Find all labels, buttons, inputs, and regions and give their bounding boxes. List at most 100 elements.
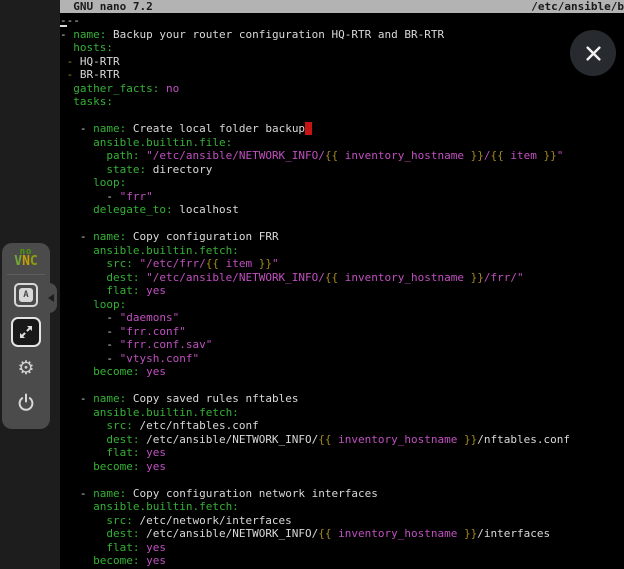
terminal-line: src: /etc/nftables.conf (60, 419, 259, 432)
terminal-text-segment: - (60, 230, 93, 243)
terminal-text-segment: BR-RTR (73, 68, 119, 81)
control-bar-handle[interactable] (40, 283, 57, 313)
terminal-line: - "frr.conf.sav" (60, 338, 212, 351)
terminal-text-segment: Copy configuration network interfaces (126, 487, 378, 500)
terminal-screen[interactable]: GNU nano 7.2 /etc/ansible/b --- - name: … (60, 0, 624, 569)
terminal-text-segment: }} (464, 433, 477, 446)
disconnect-button[interactable] (12, 389, 40, 415)
terminal-text-segment: ansible.builtin.file: (60, 136, 232, 149)
terminal-line: - "daemons" (60, 311, 179, 324)
terminal-line: dest: "/etc/ansible/NETWORK_INFO/{{ inve… (60, 271, 524, 284)
terminal-line: src: /etc/network/interfaces (60, 514, 292, 527)
terminal-text-segment: Create local folder backup (126, 122, 305, 135)
terminal-text-segment: loop: (60, 176, 126, 189)
terminal-text-segment: - (60, 122, 93, 135)
panel-divider (7, 274, 45, 275)
trailing-space-highlight (305, 122, 312, 135)
terminal-text-segment: yes (139, 446, 166, 459)
terminal-text-segment: directory (146, 163, 212, 176)
terminal-text-segment: flat: (60, 446, 139, 459)
terminal-text-segment: yes (139, 541, 166, 554)
terminal-line: flat: yes (60, 446, 166, 459)
terminal-text-segment: /frr/" (484, 271, 524, 284)
terminal-text-segment: name: (93, 230, 126, 243)
terminal-text-segment (60, 68, 67, 81)
terminal-text-segment: "frr.conf" (120, 325, 186, 338)
terminal-text-segment: "daemons" (120, 311, 180, 324)
terminal-text-segment: flat: (60, 284, 139, 297)
settings-button[interactable]: ⚙ (12, 355, 40, 383)
novnc-logo-letter: N (22, 254, 30, 269)
terminal-text-segment: path: (60, 149, 139, 162)
terminal-text-segment: state: (60, 163, 146, 176)
terminal-text-segment: / (484, 149, 491, 162)
terminal-text-segment: - (60, 338, 120, 351)
terminal-text-segment: - (60, 487, 93, 500)
terminal-text-segment: Copy configuration FRR (126, 230, 278, 243)
terminal-line: gather_facts: no (60, 82, 179, 95)
terminal-line: - name: Backup your router configuration… (60, 28, 444, 41)
cursor-underline: - (60, 14, 67, 27)
terminal-line: delegate_to: localhost (60, 203, 239, 216)
terminal-text-segment: - (60, 190, 120, 203)
terminal-text-segment: -- (67, 14, 80, 27)
fullscreen-button[interactable] (11, 317, 41, 347)
terminal-text-segment: localhost (173, 203, 239, 216)
terminal-text-segment: name: (93, 487, 126, 500)
terminal-line: - name: Copy configuration FRR (60, 230, 279, 243)
terminal-text-segment: - (60, 325, 120, 338)
terminal-line: --- (60, 14, 80, 27)
terminal-text-segment: name: (73, 28, 106, 41)
keyboard-button[interactable]: A (14, 283, 38, 307)
terminal-text-segment: yes (139, 284, 166, 297)
terminal-text-segment: Backup your router configuration HQ-RTR … (106, 28, 444, 41)
terminal-text-segment: }} (544, 149, 557, 162)
terminal-text-segment: no (159, 82, 179, 95)
fullscreen-icon (19, 325, 33, 339)
terminal-text-segment: item (219, 257, 259, 270)
vnc-viewer: { "colors": { "rail_bg": "#1d1d1d", "ter… (0, 0, 624, 569)
terminal-text-segment: become: (60, 554, 139, 567)
terminal-text-segment: dest: (60, 271, 139, 284)
terminal-line: ansible.builtin.fetch: (60, 500, 239, 513)
terminal-text-segment: {{ (325, 149, 338, 162)
terminal-text-segment: }} (259, 257, 272, 270)
terminal-line: become: yes (60, 365, 166, 378)
terminal-text-segment: dest: (60, 433, 139, 446)
terminal-text-segment: become: (60, 460, 139, 473)
terminal-line: state: directory (60, 163, 212, 176)
terminal-line: become: yes (60, 460, 166, 473)
terminal-line: hosts: (60, 41, 113, 54)
terminal-text-segment: }} (471, 149, 484, 162)
terminal-text-segment: inventory_hostname (338, 149, 470, 162)
terminal-text-segment: {{ (206, 257, 219, 270)
terminal-text-segment: /etc/nftables.conf (133, 419, 259, 432)
terminal-text-segment: ansible.builtin.fetch: (60, 500, 239, 513)
terminal-text-segment: ansible.builtin.fetch: (60, 406, 239, 419)
terminal-text-segment: src: (60, 514, 133, 527)
terminal-line: become: yes (60, 554, 166, 567)
novnc-logo: no VNC (2, 248, 50, 268)
terminal-line: flat: yes (60, 541, 166, 554)
terminal-line: - "frr" (60, 190, 153, 203)
close-button[interactable] (570, 30, 616, 76)
terminal-text-segment: hosts: (60, 41, 113, 54)
terminal-text-segment: tasks: (60, 95, 113, 108)
terminal-line: ansible.builtin.fetch: (60, 244, 239, 257)
terminal-text-segment: src: (60, 257, 133, 270)
terminal-text-segment: "/etc/ansible/NETWORK_INFO/ (146, 271, 325, 284)
terminal-text-segment: " (272, 257, 279, 270)
terminal-line: - HQ-RTR (60, 55, 120, 68)
terminal-text-segment: {{ (318, 527, 331, 540)
terminal-text-segment: inventory_hostname (332, 433, 464, 446)
terminal-line: - BR-RTR (60, 68, 120, 81)
terminal-text-segment: - (60, 392, 93, 405)
terminal-text-segment: HQ-RTR (73, 55, 119, 68)
close-icon (586, 46, 601, 61)
collapse-arrow-icon (48, 294, 54, 302)
terminal-text-segment: "/etc/frr/ (139, 257, 205, 270)
terminal-text-segment: src: (60, 419, 133, 432)
terminal-text-segment: "vtysh.conf" (120, 352, 199, 365)
keyboard-icon: A (19, 288, 33, 302)
terminal-line: src: "/etc/frr/{{ item }}" (60, 257, 279, 270)
